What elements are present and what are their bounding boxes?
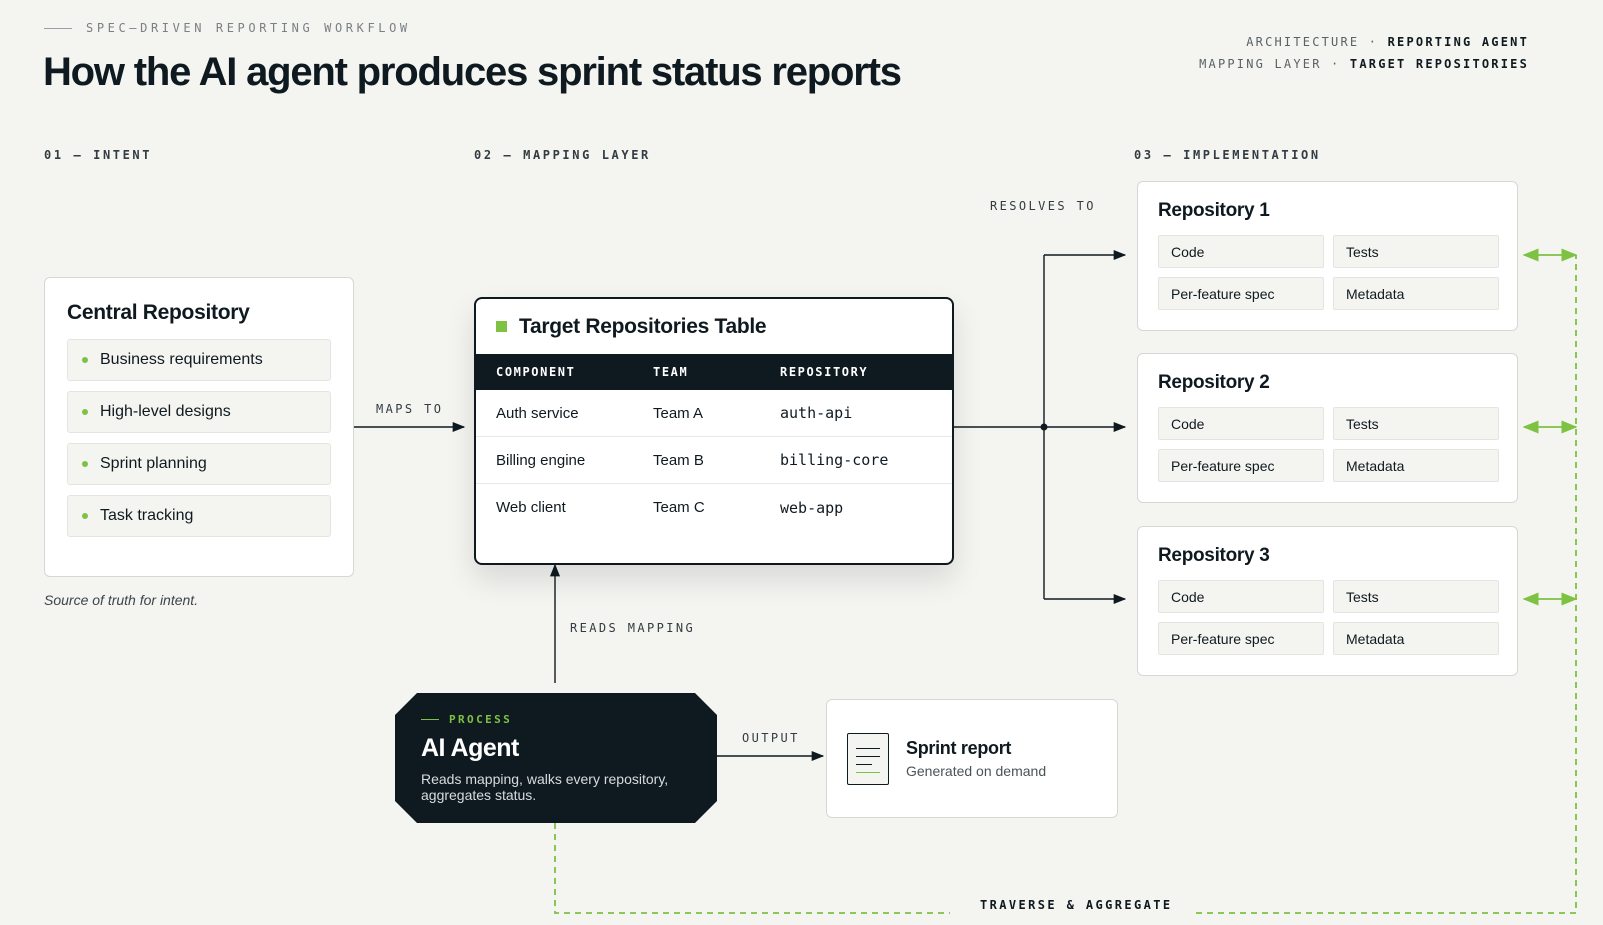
- agent-title: AI Agent: [421, 734, 519, 762]
- table-row: Billing engine Team B billing-core: [476, 437, 952, 484]
- meta-line-2-strong: TARGET REPOSITORIES: [1349, 57, 1529, 71]
- cell-component: Auth service: [496, 404, 579, 422]
- central-item: Task tracking: [67, 495, 331, 537]
- output-label: OUTPUT: [742, 731, 800, 745]
- table-column-headers: COMPONENT TEAM REPOSITORY: [476, 354, 952, 390]
- repository-title: Repository 1: [1158, 200, 1270, 221]
- repo-cell-code: Code: [1158, 407, 1324, 440]
- repository-contents: Code Tests Per-feature spec Metadata: [1158, 580, 1499, 655]
- bullet-icon: [82, 409, 88, 415]
- central-item-label: Sprint planning: [100, 455, 207, 472]
- traverse-label: TRAVERSE & AGGREGATE: [980, 898, 1173, 912]
- table-row: Web client Team C web-app: [476, 484, 952, 531]
- agent-description: Reads mapping, walks every repository, a…: [421, 771, 669, 803]
- repository-card-3: Repository 3 Code Tests Per-feature spec…: [1137, 526, 1518, 676]
- process-tag: PROCESS: [421, 713, 691, 726]
- target-repositories-table: Target Repositories Table COMPONENT TEAM…: [474, 297, 954, 565]
- cell-component: Billing engine: [496, 451, 586, 469]
- bullet-icon: [82, 357, 88, 363]
- table-header: Target Repositories Table: [476, 299, 952, 354]
- meta-line-2-prefix: MAPPING LAYER ·: [1199, 57, 1341, 71]
- page-title: How the AI agent produces sprint status …: [43, 50, 902, 94]
- meta-line-1-prefix: ARCHITECTURE ·: [1246, 35, 1379, 49]
- central-item-label: Business requirements: [100, 351, 263, 368]
- column-header-repository: REPOSITORY: [780, 365, 869, 379]
- ai-agent-node: PROCESS AI Agent Reads mapping, walks ev…: [395, 693, 717, 823]
- table-row: Auth service Team A auth-api: [476, 390, 952, 437]
- sprint-report-card: Sprint report Generated on demand: [826, 699, 1118, 818]
- sprint-report-title: Sprint report: [906, 738, 1012, 758]
- bullet-icon: [82, 461, 88, 467]
- section-intent: 01 — INTENT: [44, 148, 153, 162]
- central-item: High-level designs: [67, 391, 331, 433]
- junction-dot: [1040, 423, 1048, 431]
- central-item: Business requirements: [67, 339, 331, 381]
- central-item-label: Task tracking: [100, 507, 194, 524]
- repository-title: Repository 3: [1158, 545, 1270, 566]
- column-header-team: TEAM: [653, 365, 689, 379]
- bullet-icon: [82, 513, 88, 519]
- sprint-report-text: Sprint report Generated on demand: [906, 738, 1046, 779]
- cell-repository: web-app: [780, 498, 844, 517]
- repo-cell-tests: Tests: [1333, 580, 1499, 613]
- eyebrow-text: SPEC–DRIVEN REPORTING WORKFLOW: [86, 21, 411, 35]
- eyebrow-rule: [44, 27, 72, 29]
- cell-repository: billing-core: [780, 451, 889, 469]
- central-repository-card: Central Repository Business requirements…: [44, 277, 354, 577]
- sprint-report-subtitle: Generated on demand: [906, 763, 1047, 779]
- section-mapping: 02 — MAPPING LAYER: [474, 148, 651, 162]
- maps-to-label: MAPS TO: [376, 402, 444, 416]
- resolves-to-label: RESOLVES TO: [990, 199, 1096, 213]
- central-caption: Source of truth for intent.: [44, 592, 199, 608]
- section-implementation: 03 — IMPLEMENTATION: [1134, 148, 1321, 162]
- meta-breadcrumb: ARCHITECTURE · REPORTING AGENT MAPPING L…: [1199, 31, 1529, 75]
- column-header-component: COMPONENT: [496, 365, 576, 379]
- central-item: Sprint planning: [67, 443, 331, 485]
- repo-cell-spec: Per-feature spec: [1158, 622, 1324, 655]
- reads-mapping-label: READS MAPPING: [570, 621, 696, 635]
- repo-cell-code: Code: [1158, 580, 1324, 613]
- cell-team: Team C: [653, 499, 705, 516]
- square-icon: [496, 321, 507, 332]
- meta-line-1-strong: REPORTING AGENT: [1387, 35, 1529, 49]
- cell-component: Web client: [496, 499, 566, 516]
- repo-cell-spec: Per-feature spec: [1158, 449, 1324, 482]
- repository-card-1: Repository 1 Code Tests Per-feature spec…: [1137, 181, 1518, 331]
- repo-cell-metadata: Metadata: [1333, 622, 1499, 655]
- process-tag-label: PROCESS: [449, 713, 513, 726]
- repo-cell-code: Code: [1158, 235, 1324, 268]
- repository-contents: Code Tests Per-feature spec Metadata: [1158, 407, 1499, 482]
- table-title: Target Repositories Table: [519, 314, 767, 338]
- central-repository-title: Central Repository: [67, 301, 250, 324]
- cell-team: Team B: [653, 451, 704, 469]
- central-item-label: High-level designs: [100, 403, 231, 420]
- cell-repository: auth-api: [780, 404, 853, 422]
- meta-line-1: ARCHITECTURE · REPORTING AGENT: [1199, 31, 1529, 53]
- repo-cell-metadata: Metadata: [1333, 277, 1499, 310]
- eyebrow: SPEC–DRIVEN REPORTING WORKFLOW: [44, 21, 411, 35]
- repository-title: Repository 2: [1158, 372, 1270, 393]
- repo-cell-metadata: Metadata: [1333, 449, 1499, 482]
- process-tag-rule: [421, 719, 439, 720]
- repo-cell-tests: Tests: [1333, 235, 1499, 268]
- cell-team: Team A: [653, 404, 704, 422]
- repository-card-2: Repository 2 Code Tests Per-feature spec…: [1137, 353, 1518, 503]
- repo-cell-tests: Tests: [1333, 407, 1499, 440]
- meta-line-2: MAPPING LAYER · TARGET REPOSITORIES: [1199, 53, 1529, 75]
- repository-contents: Code Tests Per-feature spec Metadata: [1158, 235, 1499, 310]
- repo-cell-spec: Per-feature spec: [1158, 277, 1324, 310]
- document-icon: [847, 732, 889, 785]
